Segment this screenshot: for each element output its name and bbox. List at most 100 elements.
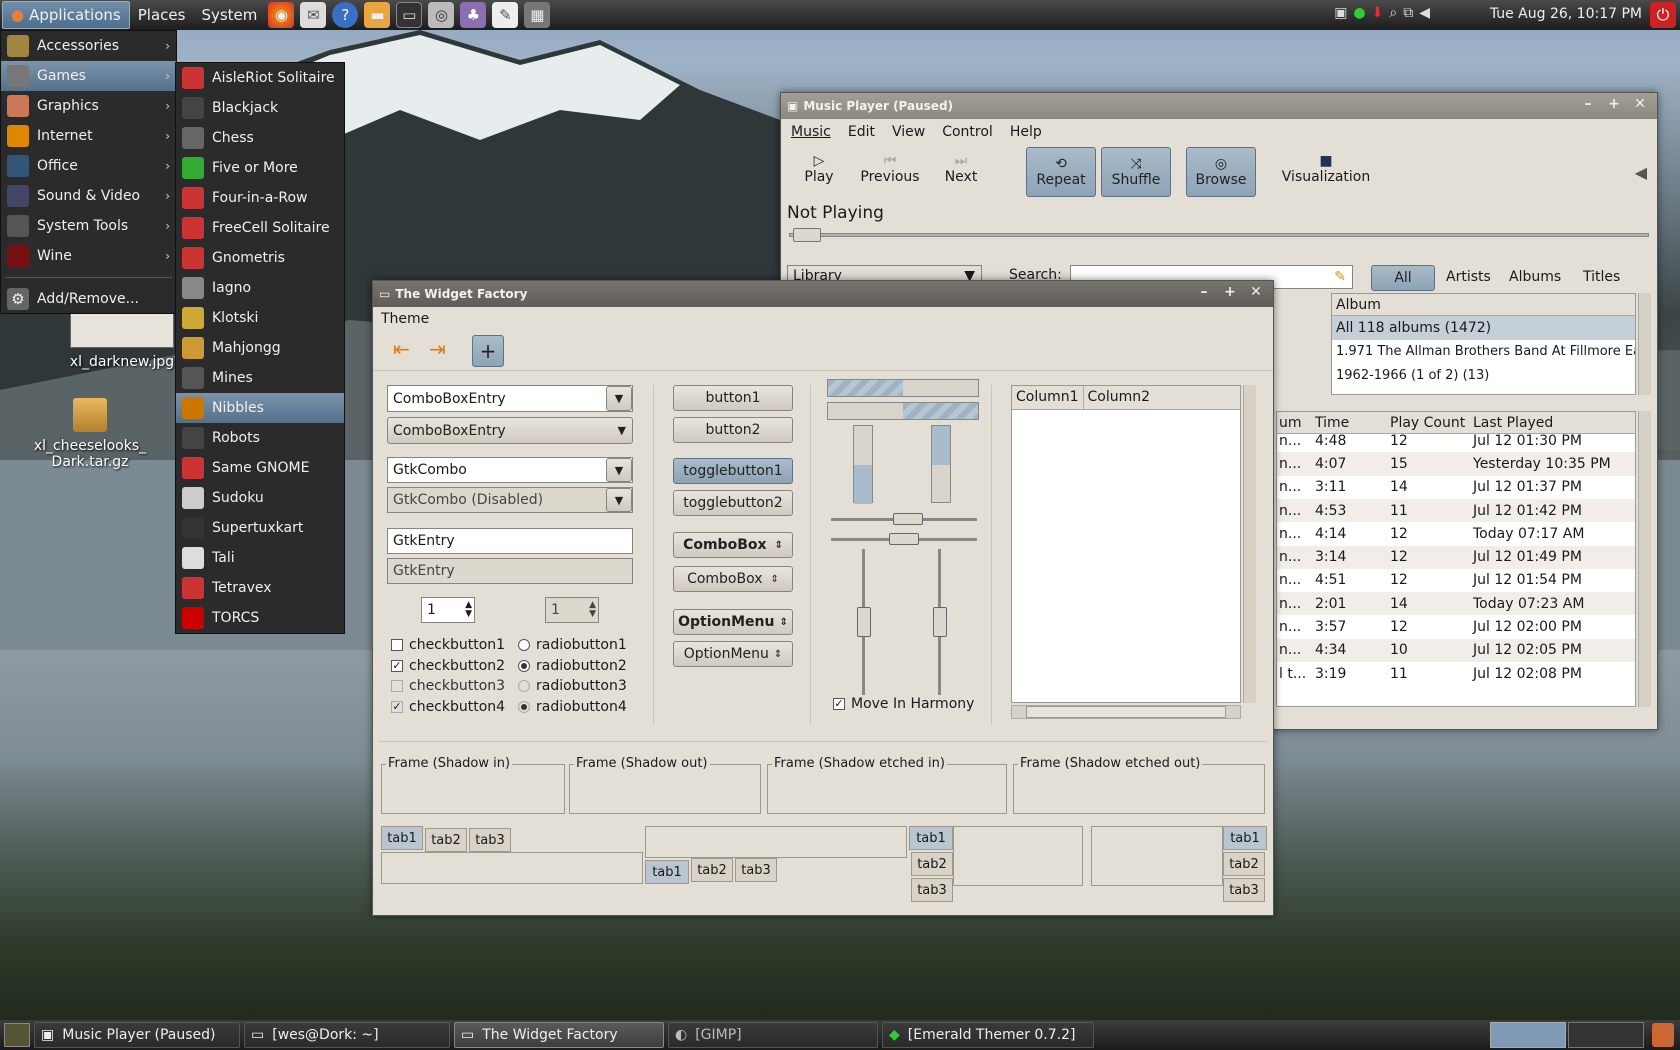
task-terminal[interactable]: ▭ [wes@Dork: ~] — [244, 1022, 450, 1048]
combobox-entry-2[interactable]: ComboBoxEntry ▼ — [387, 417, 633, 444]
task-gimp[interactable]: ◐ [GIMP] — [668, 1022, 878, 1048]
task-music-player[interactable]: ▣ Music Player (Paused) — [34, 1022, 240, 1048]
game-item-four-in-a-row[interactable]: Four-in-a-Row — [176, 183, 344, 213]
optionmenu-2[interactable]: OptionMenu ⇕ — [673, 641, 793, 667]
disk-icon[interactable]: ◎ — [428, 2, 455, 28]
togglebutton1[interactable]: togglebutton1 — [673, 458, 793, 484]
track-row[interactable]: n... 4:53 11 Jul 12 01:42 PM — [1277, 498, 1635, 523]
checkbutton1[interactable]: checkbutton1 — [391, 635, 521, 656]
seek-slider[interactable] — [789, 225, 1649, 245]
game-item-freecell-solitaire[interactable]: FreeCell Solitaire — [176, 213, 344, 243]
gtkentry-1[interactable]: GtkEntry — [387, 528, 633, 554]
theme-menu[interactable]: Theme — [373, 307, 1273, 331]
chevron-down-icon[interactable]: ▼ — [606, 458, 632, 482]
track-row[interactable]: n... 3:14 12 Jul 12 01:49 PM — [1277, 545, 1635, 569]
track-list[interactable]: um Time Play Count Last Played n... 4:48 1… — [1276, 411, 1636, 707]
menu-category-games[interactable]: Games › — [1, 61, 176, 91]
workspace-2[interactable] — [1568, 1022, 1644, 1048]
next-button[interactable]: ⏭ Next — [933, 153, 989, 185]
tab2[interactable]: tab2 — [425, 828, 467, 852]
close-button[interactable]: ✕ — [1629, 95, 1651, 113]
album-row[interactable]: 1.971 The Allman Brothers Band At Fillmo… — [1332, 340, 1635, 364]
menu-category-sound-video[interactable]: Sound & Video › — [1, 181, 176, 211]
combobox-1[interactable]: ComboBox ⇕ — [673, 532, 793, 558]
play-button[interactable]: ▷ Play — [791, 153, 847, 185]
mail-icon[interactable]: ✉ — [300, 2, 327, 28]
game-item-torcs[interactable]: TORCS — [176, 603, 344, 633]
shutdown-icon[interactable]: ⏻ — [1650, 2, 1676, 28]
album-header[interactable]: Album — [1332, 294, 1635, 316]
task-emerald-themer[interactable]: ◆ [Emerald Themer 0.7.2] — [882, 1022, 1094, 1048]
clear-icon[interactable]: ✎ — [1334, 269, 1346, 285]
tab1[interactable]: tab1 — [381, 826, 423, 850]
hscale-2[interactable] — [831, 533, 977, 545]
track-row[interactable]: n... 3:11 14 Jul 12 01:37 PM — [1277, 476, 1635, 499]
track-row[interactable]: l t... 3:19 11 Jul 12 02:08 PM — [1277, 662, 1635, 685]
track-scrollbar[interactable] — [1638, 411, 1651, 707]
game-item-tetravex[interactable]: Tetravex — [176, 573, 344, 603]
radiobutton2[interactable]: radiobutton2 — [518, 656, 648, 677]
terminal-icon[interactable]: ▭ — [396, 2, 423, 28]
music-player-titlebar[interactable]: ▣ Music Player (Paused) – + ✕ — [781, 93, 1657, 119]
move-in-harmony-check[interactable]: ✓ Move In Harmony — [833, 694, 974, 715]
trash-icon[interactable] — [1652, 1023, 1674, 1047]
menu-category-accessories[interactable]: Accessories › — [1, 31, 176, 61]
maximize-button[interactable]: + — [1219, 283, 1241, 301]
track-row[interactable]: n... 4:34 10 Jul 12 02:05 PM — [1277, 638, 1635, 662]
spin-arrows-icon[interactable]: ▲ ▼ — [589, 601, 596, 619]
display-icon[interactable]: ⧉ — [1403, 5, 1413, 21]
combobox-entry-1[interactable]: ComboBoxEntry ▼ — [387, 385, 633, 412]
game-item-supertuxkart[interactable]: Supertuxkart — [176, 513, 344, 543]
tab2[interactable]: tab2 — [911, 852, 953, 876]
show-desktop-icon[interactable] — [4, 1023, 30, 1047]
desktop-icon-cheeselooks[interactable]: xl_cheeselooks_ Dark.tar.gz — [20, 398, 160, 470]
column1-header[interactable]: Column1 — [1012, 386, 1084, 409]
menu-control[interactable]: Control — [942, 124, 993, 140]
tab2[interactable]: tab2 — [691, 858, 733, 882]
hscale-1[interactable] — [831, 513, 977, 525]
tab1[interactable]: tab1 — [645, 860, 689, 884]
vscale-2[interactable] — [933, 549, 947, 695]
filter-titles[interactable]: Titles — [1583, 269, 1620, 285]
tab3[interactable]: tab3 — [1223, 878, 1265, 902]
tab1[interactable]: tab1 — [1223, 826, 1267, 850]
chevron-down-icon[interactable]: ▼ — [606, 386, 632, 411]
workspace-switcher[interactable] — [1490, 1022, 1644, 1048]
spin-arrows-icon[interactable]: ▲ ▼ — [465, 601, 472, 619]
game-item-mines[interactable]: Mines — [176, 363, 344, 393]
places-menu[interactable]: Places — [130, 1, 194, 29]
game-item-five-or-more[interactable]: Five or More — [176, 153, 344, 183]
widget-factory-titlebar[interactable]: ▭ The Widget Factory – + ✕ — [373, 281, 1273, 307]
maximize-button[interactable]: + — [1603, 95, 1625, 113]
volume-icon[interactable]: ◀ — [1635, 163, 1647, 182]
checkbutton2[interactable]: ✓ checkbutton2 — [391, 656, 521, 677]
tree-hscrollbar[interactable] — [1011, 705, 1241, 719]
album-row-selected[interactable]: All 118 albums (1472) — [1332, 316, 1635, 340]
firefox-icon[interactable]: ◉ — [268, 2, 295, 28]
workspace-1[interactable] — [1490, 1022, 1566, 1048]
game-item-tali[interactable]: Tali — [176, 543, 344, 573]
previous-button[interactable]: ⏮ Previous — [857, 153, 923, 185]
button2[interactable]: button2 — [673, 417, 793, 443]
minimize-button[interactable]: – — [1577, 95, 1599, 113]
game-item-robots[interactable]: Robots — [176, 423, 344, 453]
game-item-same-gnome[interactable]: Same GNOME — [176, 453, 344, 483]
album-row[interactable]: 1962-1966 (1 of 2) (13) — [1332, 364, 1635, 388]
track-row[interactable]: n... 4:51 12 Jul 12 01:54 PM — [1277, 569, 1635, 592]
tab2[interactable]: tab2 — [1223, 852, 1265, 876]
help-icon[interactable]: ? — [332, 2, 359, 28]
menu-category-wine[interactable]: Wine › — [1, 241, 176, 271]
tree-view[interactable]: Column1 Column2 — [1011, 385, 1241, 703]
togglebutton2[interactable]: togglebutton2 — [673, 490, 793, 516]
network-icon[interactable]: ▣ — [1334, 5, 1347, 21]
game-item-chess[interactable]: Chess — [176, 123, 344, 153]
repeat-toggle[interactable]: ⟲ Repeat — [1026, 147, 1096, 197]
shuffle-toggle[interactable]: ⤨ Shuffle — [1101, 147, 1171, 197]
folder-icon[interactable]: ▬ — [364, 2, 391, 28]
track-row[interactable]: n... 4:07 15 Yesterday 10:35 PM — [1277, 452, 1635, 476]
menu-edit[interactable]: Edit — [848, 124, 875, 140]
game-item-nibbles[interactable]: Nibbles — [176, 393, 344, 423]
browse-toggle[interactable]: ◎ Browse — [1186, 147, 1256, 197]
visualization-button[interactable]: ■ Visualization — [1271, 153, 1381, 185]
menu-help[interactable]: Help — [1010, 124, 1042, 140]
